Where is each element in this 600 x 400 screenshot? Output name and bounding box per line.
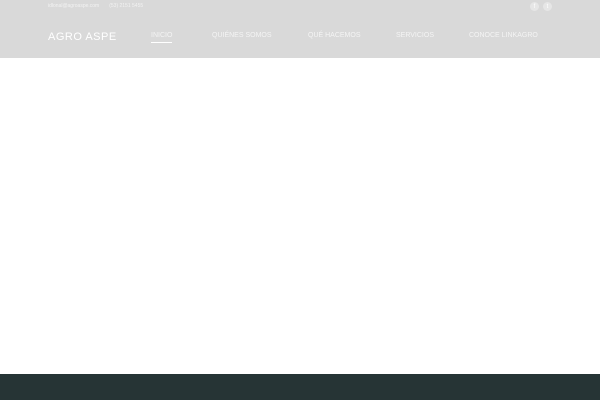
contact-phone: (53) 2151 5455 [109,3,144,9]
contact-email[interactable]: idlonal@agroaspe.com [48,3,99,9]
social-links: f t [530,2,552,11]
nav-que-hacemos[interactable]: QUÉ HACEMOS [308,32,361,39]
logo[interactable]: AGRO ASPE [48,31,117,43]
nav-inicio[interactable]: INICIO [151,32,173,43]
footer [0,374,600,400]
header: idlonal@agroaspe.com (53) 2151 5455 f t … [0,0,600,58]
facebook-icon[interactable]: f [530,2,539,11]
nav-quienes-somos[interactable]: QUIÉNES SOMOS [212,32,272,39]
top-bar: idlonal@agroaspe.com (53) 2151 5455 [48,3,143,9]
twitter-icon[interactable]: t [543,2,552,11]
nav-servicios[interactable]: SERVICIOS [396,32,434,39]
nav-conoce-linkagro[interactable]: CONOCE LINKAGRO [469,32,538,39]
